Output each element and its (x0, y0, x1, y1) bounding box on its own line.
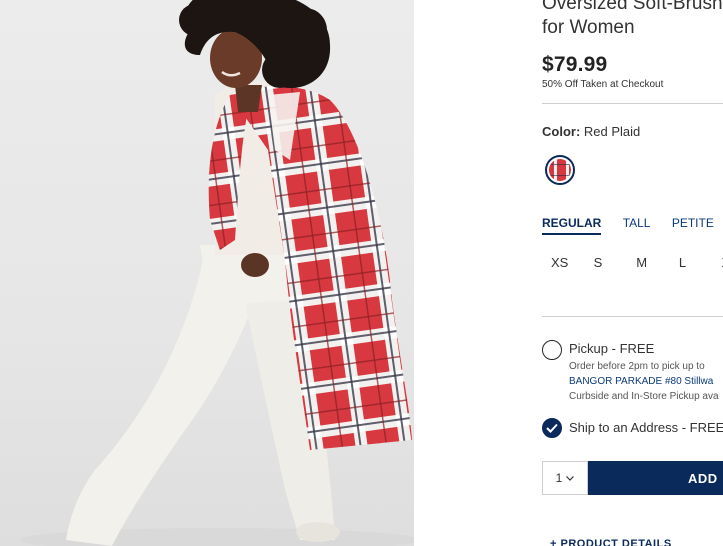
product-detail-panel: Oversized Soft-Brushed for Women $79.99 … (542, 0, 723, 546)
product-image[interactable] (0, 0, 414, 546)
size-options: XS S M L XL (551, 255, 723, 270)
pickup-label: Pickup - FREE (569, 341, 655, 356)
color-value: Red Plaid (583, 124, 641, 139)
ship-label: Ship to an Address - FREE (569, 420, 723, 435)
quantity-value: 1 (555, 471, 563, 485)
fit-tab-regular[interactable]: REGULAR (542, 216, 602, 235)
chevron-down-icon (566, 475, 575, 481)
product-title: Oversized Soft-Brushed for Women (542, 0, 723, 38)
product-price: $79.99 (542, 53, 608, 76)
promo-text: 50% Off Taken at Checkout (542, 79, 664, 90)
size-l[interactable]: L (679, 255, 718, 270)
ship-radio[interactable] (542, 418, 562, 438)
red-plaid-swatch-icon[interactable] (545, 155, 575, 185)
fit-tabs: REGULAR TALL PETITE (542, 216, 723, 235)
color-label: Color: (542, 124, 581, 139)
size-xs[interactable]: XS (551, 255, 590, 270)
curbside-note: Curbside and In-Store Pickup ava (569, 391, 719, 402)
size-s[interactable]: S (594, 255, 633, 270)
divider (542, 103, 723, 104)
pickup-radio[interactable] (542, 340, 562, 360)
checkmark-icon (546, 423, 558, 433)
quantity-select[interactable]: 1 (542, 461, 588, 495)
size-m[interactable]: M (636, 255, 675, 270)
fit-tab-petite[interactable]: PETITE (672, 216, 714, 233)
pickup-store-link[interactable]: BANGOR PARKADE #80 Stillwa (569, 376, 713, 387)
pickup-note: Order before 2pm to pick up to (569, 361, 705, 372)
fit-tab-tall[interactable]: TALL (623, 216, 651, 233)
color-selection: Color: Red Plaid (542, 124, 640, 139)
divider (542, 316, 723, 317)
add-to-bag-button[interactable]: ADD (588, 461, 723, 495)
product-details-toggle[interactable]: + PRODUCT DETAILS (550, 538, 672, 546)
